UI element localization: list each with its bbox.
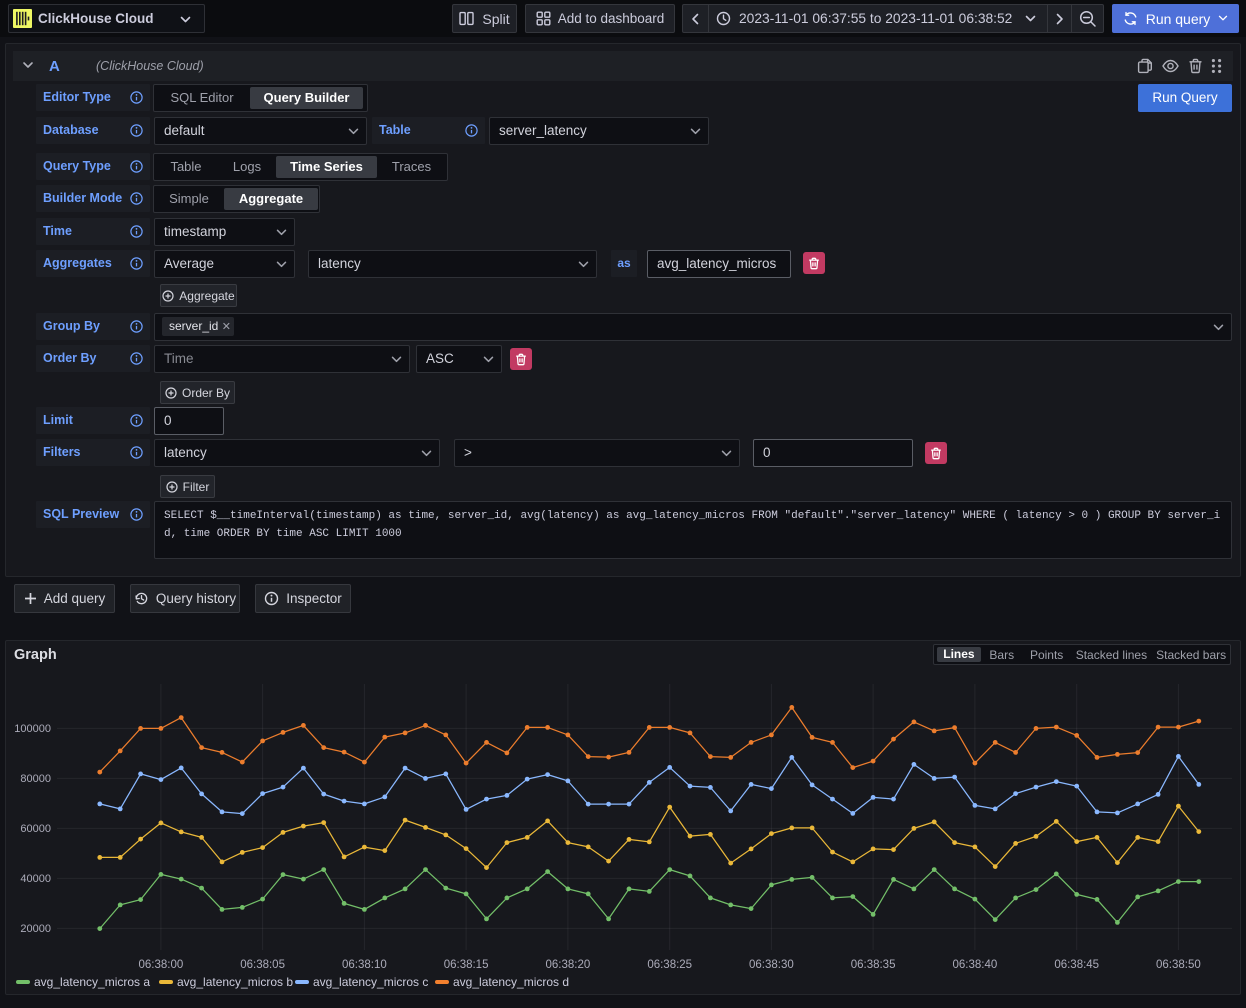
svg-text:06:38:00: 06:38:00 [139,959,184,971]
svg-text:06:38:05: 06:38:05 [240,959,285,971]
svg-text:06:38:20: 06:38:20 [546,959,591,971]
svg-text:06:38:15: 06:38:15 [444,959,489,971]
svg-text:60000: 60000 [20,823,51,835]
svg-text:80000: 80000 [20,773,51,785]
svg-text:06:38:35: 06:38:35 [851,959,896,971]
svg-text:40000: 40000 [20,873,51,885]
svg-text:06:38:40: 06:38:40 [953,959,998,971]
svg-text:06:38:30: 06:38:30 [749,959,794,971]
svg-text:06:38:10: 06:38:10 [342,959,387,971]
svg-text:06:38:50: 06:38:50 [1156,959,1201,971]
svg-text:06:38:45: 06:38:45 [1054,959,1099,971]
svg-text:06:38:25: 06:38:25 [647,959,692,971]
svg-text:100000: 100000 [14,723,51,735]
svg-text:20000: 20000 [20,923,51,935]
